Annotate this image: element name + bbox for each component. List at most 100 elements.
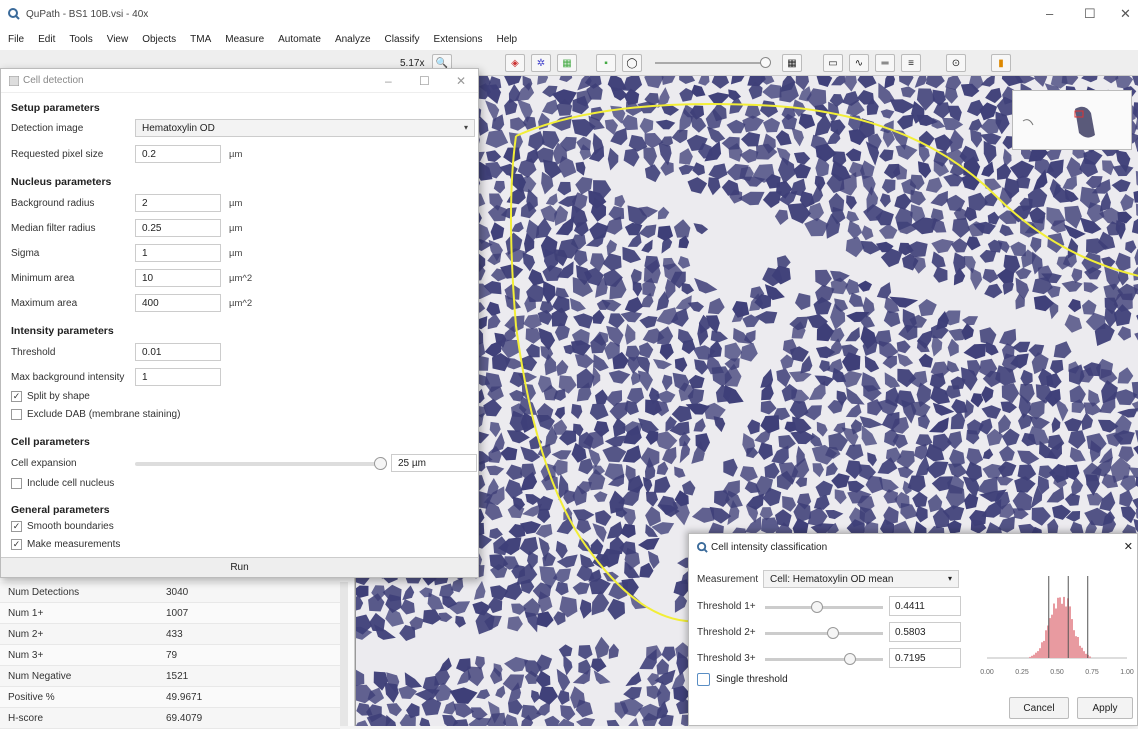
threshold1-slider[interactable] (765, 606, 883, 609)
threshold3-slider[interactable] (765, 658, 883, 661)
threshold2-input[interactable]: 0.5803 (889, 622, 961, 642)
smooth-boundaries-checkbox[interactable]: ✓ Smooth boundaries (11, 521, 114, 532)
histogram-bar (1053, 604, 1055, 659)
muscle-fiber (1084, 282, 1099, 293)
muscle-fiber (657, 461, 669, 475)
cell-expansion-input[interactable]: 25 µm (391, 454, 477, 472)
qupath-logo-icon (8, 8, 20, 20)
opacity-slider[interactable] (655, 62, 765, 64)
cell-expansion-knob[interactable] (374, 457, 387, 470)
muscle-fiber (979, 418, 993, 435)
show-grid-button[interactable]: ▦ (782, 54, 802, 72)
measurement-key: Num 1+ (0, 608, 166, 619)
muscle-fiber (1134, 331, 1138, 344)
menu-help[interactable]: Help (496, 34, 517, 45)
minimize-button[interactable]: – (1046, 6, 1053, 21)
threshold1-input[interactable]: 0.4411 (889, 596, 961, 616)
muscle-fiber (708, 298, 725, 314)
close-button[interactable]: ✕ (1120, 6, 1131, 22)
muscle-fiber (969, 119, 983, 131)
exclude-dab-checkbox[interactable]: Exclude DAB (membrane staining) (11, 409, 180, 420)
show-detections-button[interactable]: ✲ (531, 54, 551, 72)
threshold2-slider[interactable] (765, 632, 883, 635)
max-area-input[interactable]: 400 (135, 294, 221, 312)
log-button[interactable]: ⊙ (946, 54, 966, 72)
dialog-minimize-button[interactable]: – (385, 74, 392, 88)
muscle-fiber (455, 616, 466, 628)
muscle-fiber (580, 599, 592, 619)
dialog-close-button[interactable]: ✕ (1124, 540, 1133, 553)
max-bg-intensity-input[interactable]: 1 (135, 368, 221, 386)
muscle-fiber (1065, 314, 1083, 333)
muscle-fiber (879, 224, 897, 239)
menu-measure[interactable]: Measure (225, 34, 264, 45)
histogram-bar (1089, 657, 1091, 659)
cancel-button[interactable]: Cancel (1009, 697, 1069, 719)
menu-tools[interactable]: Tools (69, 34, 92, 45)
threshold3-knob[interactable] (844, 653, 856, 665)
muscle-fiber (795, 293, 810, 310)
maximize-button[interactable]: ☐ (1084, 6, 1096, 22)
cell-expansion-slider[interactable] (135, 462, 379, 466)
measurement-select[interactable]: Cell: Hematoxylin OD mean ▾ (763, 570, 959, 588)
muscle-fiber (815, 114, 832, 136)
dialog-titlebar[interactable]: Cell intensity classification ✕ (689, 534, 1137, 560)
muscle-fiber (1015, 268, 1031, 280)
split-by-shape-checkbox[interactable]: ✓ Split by shape (11, 391, 90, 402)
background-radius-input[interactable]: 2 (135, 194, 221, 212)
sigma-input[interactable]: 1 (135, 244, 221, 262)
muscle-fiber (610, 402, 629, 421)
muscle-fiber (1112, 179, 1131, 192)
muscle-fiber (799, 113, 816, 129)
single-threshold-checkbox[interactable]: Single threshold (697, 673, 788, 686)
run-button[interactable]: Run (1, 557, 478, 577)
apply-button[interactable]: Apply (1077, 697, 1133, 719)
menu-classify[interactable]: Classify (385, 34, 420, 45)
muscle-fiber (980, 133, 1001, 144)
muscle-fiber (817, 422, 828, 437)
muscle-fiber (1102, 160, 1114, 175)
threshold2-knob[interactable] (827, 627, 839, 639)
detection-image-select[interactable]: Hematoxylin OD ▾ (135, 119, 475, 137)
threshold3-input[interactable]: 0.7195 (889, 648, 961, 668)
make-measurements-checkbox[interactable]: ✓ Make measurements (11, 539, 120, 550)
show-tma-button[interactable]: ▪ (596, 54, 616, 72)
include-nucleus-checkbox[interactable]: Include cell nucleus (11, 478, 114, 489)
muscle-fiber (654, 476, 671, 492)
muscle-fiber (486, 150, 501, 162)
dialog-titlebar[interactable]: Cell detection – ☐ ✕ (1, 69, 478, 93)
muscle-fiber (607, 240, 617, 256)
threshold-input[interactable]: 0.01 (135, 343, 221, 361)
menu-analyze[interactable]: Analyze (335, 34, 371, 45)
menu-extensions[interactable]: Extensions (434, 34, 483, 45)
menu-automate[interactable]: Automate (278, 34, 321, 45)
show-location-button[interactable]: ∿ (849, 54, 869, 72)
show-scalebar-button[interactable]: ═ (875, 54, 895, 72)
show-annotations-button[interactable]: ◈ (505, 54, 525, 72)
measurement-maps-button[interactable]: ▮ (991, 54, 1011, 72)
show-overview-button[interactable]: ▭ (823, 54, 843, 72)
muscle-fiber (778, 157, 795, 184)
median-filter-input[interactable]: 0.25 (135, 219, 221, 237)
min-area-input[interactable]: 10 (135, 269, 221, 287)
table-scrollbar[interactable] (340, 582, 348, 726)
muscle-fiber (731, 76, 745, 84)
dialog-maximize-button[interactable]: ☐ (419, 74, 430, 88)
menu-tma[interactable]: TMA (190, 34, 211, 45)
threshold1-knob[interactable] (811, 601, 823, 613)
fill-detections-button[interactable]: ▦ (557, 54, 577, 72)
muscle-fiber (450, 687, 478, 704)
menu-file[interactable]: File (8, 34, 24, 45)
muscle-fiber (558, 156, 576, 178)
muscle-fiber (881, 109, 895, 118)
measurement-table-button[interactable]: ≡ (901, 54, 921, 72)
show-pixel-classification-button[interactable]: ◯ (622, 54, 642, 72)
menu-edit[interactable]: Edit (38, 34, 55, 45)
overview-thumbnail[interactable] (1012, 90, 1132, 150)
opacity-slider-knob[interactable] (760, 57, 771, 68)
muscle-fiber (607, 599, 625, 620)
dialog-close-button[interactable]: ✕ (456, 74, 466, 88)
menu-view[interactable]: View (107, 34, 129, 45)
pixel-size-input[interactable]: 0.2 (135, 145, 221, 163)
menu-objects[interactable]: Objects (142, 34, 176, 45)
